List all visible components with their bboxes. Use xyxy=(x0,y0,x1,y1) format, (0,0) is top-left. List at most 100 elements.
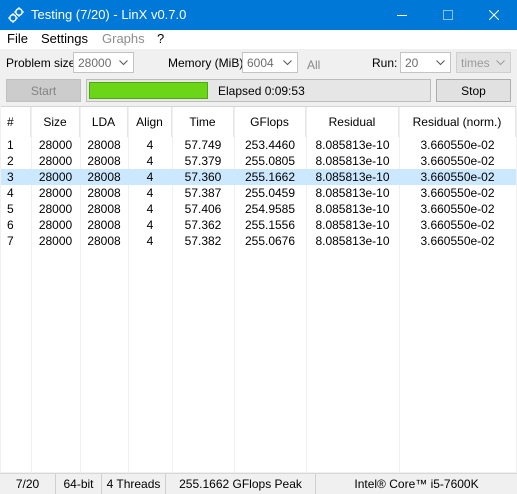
cell-col-index: 7 xyxy=(7,234,14,248)
maximize-button[interactable] xyxy=(425,0,471,30)
close-icon xyxy=(489,10,499,20)
cell-col-size: 28000 xyxy=(38,202,73,216)
cell-col-time: 57.360 xyxy=(184,170,222,184)
progress-bar: Elapsed 0:09:53 xyxy=(86,79,431,102)
cell-col-align: 4 xyxy=(146,138,154,152)
cell-col-lda: 28008 xyxy=(87,234,121,248)
all-memory-button[interactable]: All xyxy=(307,58,320,72)
table-row[interactable]: 7 28000 28008 4 57.382 255.0676 8.085813e-10 3.… xyxy=(1,233,516,249)
elapsed-time: Elapsed 0:09:53 xyxy=(218,84,305,98)
cell-col-residual: 8.085813e-10 xyxy=(315,234,390,248)
results-table: # Size LDA Align Time GFlops Residual Residual … xyxy=(1,106,516,473)
table-row[interactable]: 3 28000 28008 4 57.360 255.1662 8.085813e-10 3.… xyxy=(1,169,516,185)
memory-select[interactable]: 6004 xyxy=(242,52,298,73)
menu-bar: File Settings Graphs ? xyxy=(0,30,517,49)
header-col-align[interactable]: Align xyxy=(128,107,172,137)
run-count-value: 20 xyxy=(405,56,419,70)
header-col-residual[interactable]: Residual xyxy=(306,107,399,137)
cell-col-size: 28000 xyxy=(38,170,73,184)
menu-settings[interactable]: Settings xyxy=(41,31,88,46)
cell-col-size: 28000 xyxy=(38,154,73,168)
cell-col-size: 28000 xyxy=(38,186,73,200)
header-col-gflops[interactable]: GFlops xyxy=(234,107,306,137)
problem-size-select[interactable]: 28000 xyxy=(73,52,134,73)
cell-col-lda: 28008 xyxy=(87,170,121,184)
status-threads: 4 Threads xyxy=(102,474,166,494)
chevron-down-icon xyxy=(436,60,445,66)
cell-col-residual-norm: 3.660550e-02 xyxy=(420,218,495,232)
window-title: Testing (7/20) - LinX v0.7.0 xyxy=(31,7,187,22)
cell-col-time: 57.406 xyxy=(184,202,222,216)
cell-col-residual-norm: 3.660550e-02 xyxy=(420,234,495,248)
cell-col-residual-norm: 3.660550e-02 xyxy=(420,138,495,152)
cell-col-index: 5 xyxy=(7,202,14,216)
header-col-time[interactable]: Time xyxy=(172,107,234,137)
cell-col-residual: 8.085813e-10 xyxy=(315,138,390,152)
table-row[interactable]: 6 28000 28008 4 57.362 255.1556 8.085813e-10 3.… xyxy=(1,217,516,233)
cell-col-residual-norm: 3.660550e-02 xyxy=(420,202,495,216)
minimize-button[interactable] xyxy=(379,0,425,30)
cell-col-align: 4 xyxy=(146,218,154,232)
memory-value: 6004 xyxy=(247,56,274,70)
cell-col-gflops: 255.1662 xyxy=(244,170,296,184)
menu-graphs[interactable]: Graphs xyxy=(102,31,145,46)
memory-label: Memory (MiB): xyxy=(168,56,247,70)
run-count-select[interactable]: 20 xyxy=(400,52,451,73)
header-col-residual-norm[interactable]: Residual (norm.) xyxy=(399,107,516,137)
cell-col-gflops: 253.4460 xyxy=(244,138,296,152)
title-bar: Testing (7/20) - LinX v0.7.0 xyxy=(0,0,517,30)
start-button[interactable]: Start xyxy=(6,79,81,102)
cell-col-index: 3 xyxy=(7,170,14,184)
status-bar: 7/20 64-bit 4 Threads 255.1662 GFlops Pe… xyxy=(0,473,517,494)
cell-col-lda: 28008 xyxy=(87,186,121,200)
run-label: Run: xyxy=(372,56,398,70)
maximize-icon xyxy=(443,10,453,20)
cell-col-align: 4 xyxy=(146,186,154,200)
header-col-size[interactable]: Size xyxy=(31,107,80,137)
stop-button[interactable]: Stop xyxy=(436,79,511,102)
minimize-icon xyxy=(397,15,407,16)
cell-col-lda: 28008 xyxy=(87,218,121,232)
cell-col-size: 28000 xyxy=(38,218,73,232)
status-cpu: Intel® Core™ i5-7600K xyxy=(354,477,479,491)
cell-col-index: 1 xyxy=(7,138,14,152)
status-arch: 64-bit xyxy=(56,474,102,494)
progress-fill xyxy=(89,82,208,99)
cell-col-residual: 8.085813e-10 xyxy=(315,170,390,184)
cell-col-residual: 8.085813e-10 xyxy=(315,202,390,216)
cell-col-gflops: 255.0459 xyxy=(244,186,296,200)
header-col-lda[interactable]: LDA xyxy=(80,107,128,137)
cell-col-time: 57.382 xyxy=(184,234,222,248)
chevron-down-icon xyxy=(119,60,128,66)
run-unit-select[interactable]: times xyxy=(456,52,511,73)
cell-col-residual-norm: 3.660550e-02 xyxy=(420,186,495,200)
table-row[interactable]: 1 28000 28008 4 57.749 253.4460 8.085813e-10 3.… xyxy=(1,137,516,153)
table-row[interactable]: 4 28000 28008 4 57.387 255.0459 8.085813e-10 3.… xyxy=(1,185,516,201)
cell-col-gflops: 255.1556 xyxy=(244,218,296,232)
cell-col-align: 4 xyxy=(146,234,154,248)
cell-col-residual: 8.085813e-10 xyxy=(315,186,390,200)
cell-col-align: 4 xyxy=(146,202,154,216)
close-button[interactable] xyxy=(471,0,517,30)
header-col-index[interactable]: # xyxy=(1,107,31,137)
cell-col-index: 6 xyxy=(7,218,14,232)
chevron-down-icon xyxy=(496,60,505,66)
cell-col-index: 2 xyxy=(7,154,14,168)
cell-col-residual-norm: 3.660550e-02 xyxy=(420,154,495,168)
cell-col-residual: 8.085813e-10 xyxy=(315,218,390,232)
menu-file[interactable]: File xyxy=(7,31,28,46)
cell-col-residual: 8.085813e-10 xyxy=(315,154,390,168)
cell-col-gflops: 255.0676 xyxy=(244,234,296,248)
cell-col-lda: 28008 xyxy=(87,202,121,216)
cell-col-time: 57.387 xyxy=(184,186,222,200)
menu-help[interactable]: ? xyxy=(157,31,164,46)
table-header: # Size LDA Align Time GFlops Residual Residual … xyxy=(1,107,516,137)
cell-col-time: 57.379 xyxy=(184,154,222,168)
problem-size-label: Problem size: xyxy=(6,56,79,70)
status-peak: 255.1662 GFlops Peak xyxy=(166,474,316,494)
problem-size-value: 28000 xyxy=(78,56,112,70)
chevron-down-icon xyxy=(283,60,292,66)
table-row[interactable]: 2 28000 28008 4 57.379 255.0805 8.085813e-10 3.… xyxy=(1,153,516,169)
cell-col-size: 28000 xyxy=(38,234,73,248)
table-row[interactable]: 5 28000 28008 4 57.406 254.9585 8.085813e-10 3.… xyxy=(1,201,516,217)
